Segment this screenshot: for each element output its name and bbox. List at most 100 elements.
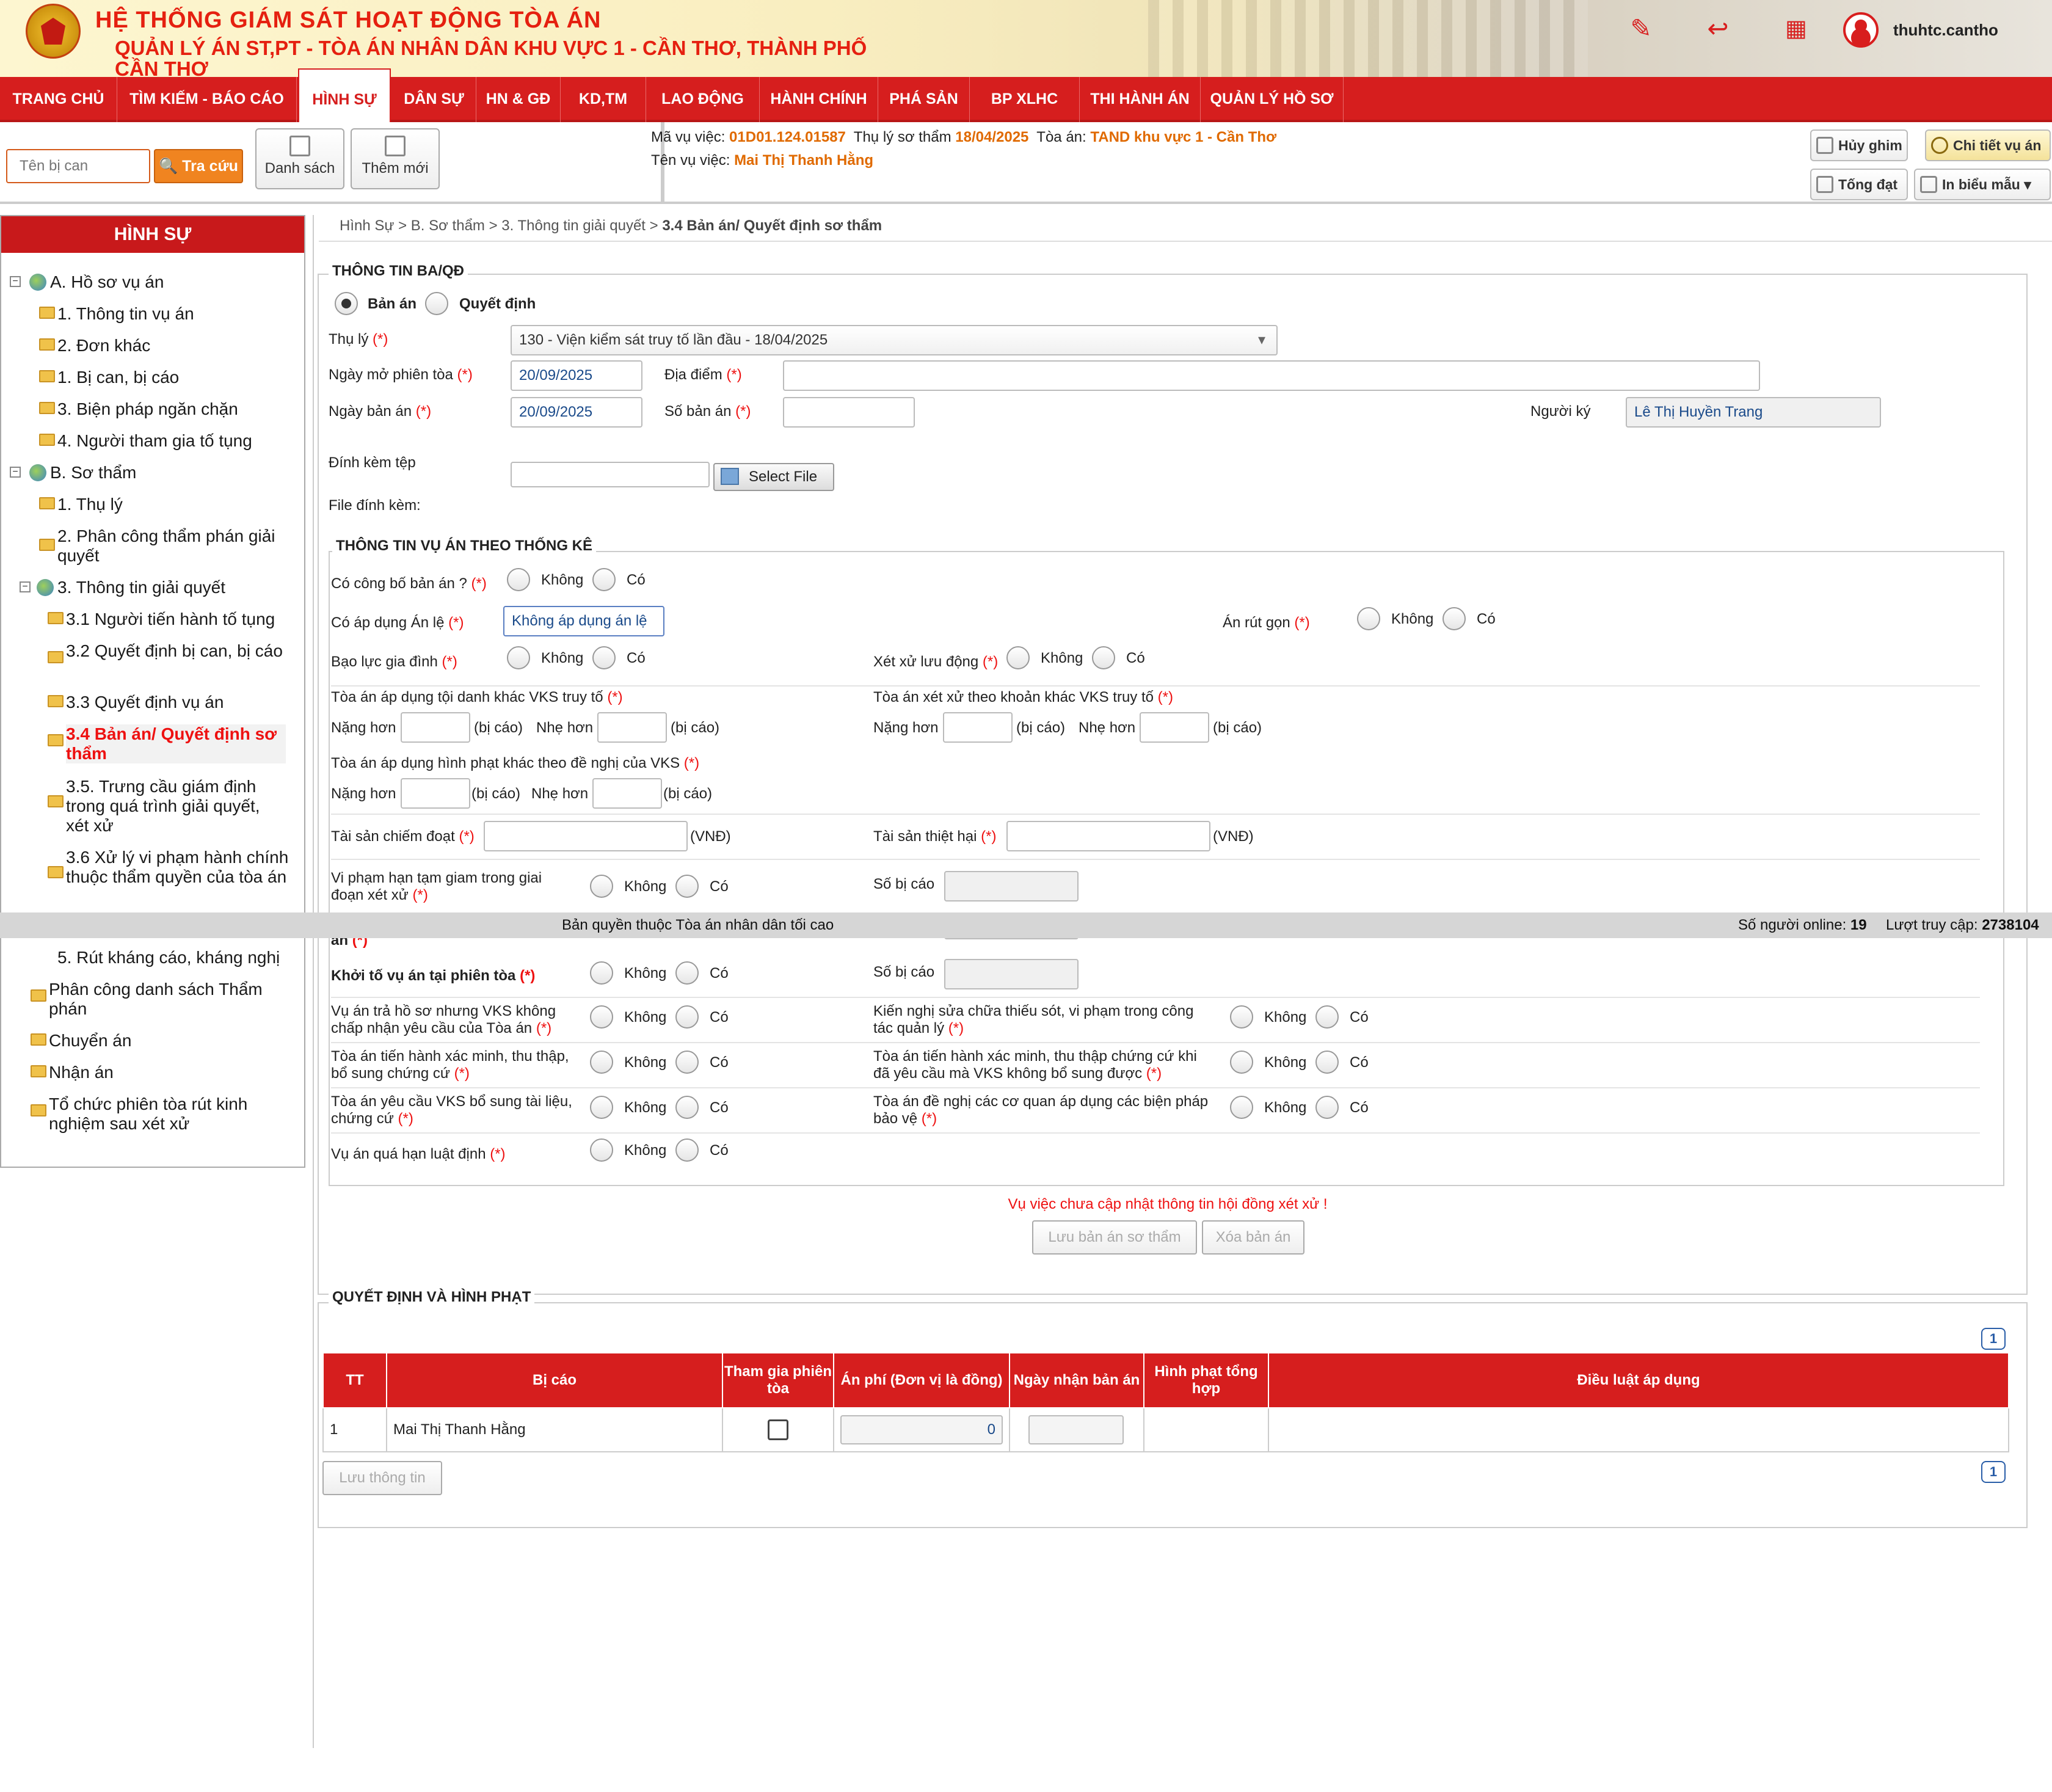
file-path-input[interactable] bbox=[511, 462, 710, 487]
delete-judgment-button[interactable]: Xóa bản án bbox=[1202, 1220, 1304, 1255]
hinh-phat-nang-hon-input[interactable] bbox=[401, 778, 470, 809]
khoan-nhe-hon-input[interactable] bbox=[1140, 712, 1209, 743]
toi-danh-nhe-hon-input[interactable] bbox=[597, 712, 667, 743]
radio-qua-han-co[interactable] bbox=[675, 1138, 699, 1162]
radio-ban-an[interactable] bbox=[335, 292, 358, 315]
collapse-icon[interactable]: − bbox=[10, 276, 21, 287]
ngay-mo-input[interactable]: 20/09/2025 bbox=[511, 360, 642, 391]
radio-tra-ho-so-khong[interactable] bbox=[590, 1005, 613, 1029]
nguoi-ky-input[interactable]: Lê Thị Huyền Trang bbox=[1626, 397, 1881, 428]
radio-khoi-to-khong[interactable] bbox=[590, 961, 613, 985]
radio-cong-bo-co[interactable] bbox=[592, 568, 616, 591]
an-phi-input[interactable]: 0 bbox=[840, 1415, 1003, 1444]
tree-3-4-active[interactable]: 3.4 Bản án/ Quyết định sơ thẩm bbox=[48, 724, 286, 763]
search-input[interactable] bbox=[6, 149, 150, 183]
back-arrow-icon[interactable]: ↩ bbox=[1704, 15, 1732, 43]
pager-bottom[interactable]: 1 bbox=[1981, 1461, 2006, 1483]
ngay-ban-an-input[interactable]: 20/09/2025 bbox=[511, 397, 642, 428]
radio-luu-dong-khong[interactable] bbox=[1006, 646, 1030, 669]
radio-cong-bo-khong[interactable] bbox=[507, 568, 530, 591]
radio-kien-nghi-khong[interactable] bbox=[1230, 1005, 1253, 1029]
so-ban-an-input[interactable] bbox=[783, 397, 915, 428]
tree-thu-ly[interactable]: 1. Thụ lý bbox=[39, 495, 123, 514]
radio-tam-giam-khong[interactable] bbox=[590, 875, 613, 898]
tree-don-khac[interactable]: 2. Đơn khác bbox=[39, 336, 150, 355]
tai-san-chiem-input[interactable] bbox=[484, 821, 688, 851]
radio-quyet-dinh[interactable] bbox=[425, 292, 448, 315]
tree-to-chuc-phien-toa[interactable]: Tổ chức phiên tòa rút kinh nghiệm sau xé… bbox=[31, 1095, 281, 1134]
tree-bi-can[interactable]: 1. Bị can, bị cáo bbox=[39, 368, 179, 387]
tree-thong-tin-vu-an[interactable]: 1. Thông tin vụ án bbox=[39, 304, 194, 324]
save-info-button[interactable]: Lưu thông tin bbox=[322, 1461, 442, 1495]
tree-3-2[interactable]: 3.2 Quyết định bị can, bị cáo bbox=[48, 641, 286, 663]
nav-hinh-su[interactable]: HÌNH SỰ bbox=[298, 68, 391, 125]
user-avatar-icon[interactable] bbox=[1843, 12, 1879, 48]
pager-top[interactable]: 1 bbox=[1981, 1328, 2006, 1350]
nav-hn-gd[interactable]: HN & GĐ bbox=[476, 77, 561, 122]
tree-b-so-tham[interactable]: − B. Sơ thẩm bbox=[10, 463, 136, 483]
radio-de-nghi-co[interactable] bbox=[1315, 1096, 1339, 1119]
nav-dan-su[interactable]: DÂN SỰ bbox=[392, 77, 476, 122]
case-detail-button[interactable]: Chi tiết vụ án bbox=[1925, 129, 2051, 161]
save-judgment-button[interactable]: Lưu bản án sơ thẩm bbox=[1032, 1220, 1197, 1255]
select-file-button[interactable]: Select File bbox=[713, 463, 834, 491]
radio-de-nghi-khong[interactable] bbox=[1230, 1096, 1253, 1119]
nav-kd-tm[interactable]: KD,TM bbox=[561, 77, 646, 122]
so-bi-cao-input-2[interactable] bbox=[944, 959, 1079, 989]
tree-phan-cong-tham-phan[interactable]: Phân công danh sách Thẩm phán bbox=[31, 980, 287, 1019]
nav-bp-xlhc[interactable]: BP XLHC bbox=[970, 77, 1080, 122]
tree-phan-cong[interactable]: 2. Phân công thẩm phán giải quyết bbox=[39, 526, 283, 566]
an-le-select[interactable]: Không áp dụng án lệ ⌄ bbox=[503, 606, 664, 657]
tree-chuyen-an[interactable]: Chuyển án bbox=[31, 1031, 131, 1051]
radio-yeu-cau-co[interactable] bbox=[675, 1096, 699, 1119]
tree-3-3[interactable]: 3.3 Quyết định vụ án bbox=[48, 693, 224, 712]
tree-thong-tin-giai-quyet[interactable]: − 3. Thông tin giải quyết bbox=[20, 578, 225, 597]
checkbox-tham-gia[interactable] bbox=[768, 1419, 788, 1440]
radio-khoi-to-co[interactable] bbox=[675, 961, 699, 985]
unpin-button[interactable]: Hủy ghim bbox=[1810, 129, 1908, 161]
ngay-nhan-input[interactable] bbox=[1028, 1415, 1124, 1444]
nav-trang-chu[interactable]: TRANG CHỦ bbox=[0, 77, 117, 122]
radio-rut-gon-co[interactable] bbox=[1443, 607, 1466, 630]
collapse-icon[interactable]: − bbox=[20, 581, 31, 592]
tree-a-ho-so[interactable]: − A. Hồ sơ vụ án bbox=[10, 272, 164, 292]
notes-icon[interactable]: ✎ bbox=[1627, 15, 1655, 43]
radio-yeu-cau-khong[interactable] bbox=[590, 1096, 613, 1119]
breadcrumb-path[interactable]: Hình Sự > B. Sơ thẩm > 3. Thông tin giải… bbox=[340, 217, 662, 234]
thu-ly-select[interactable]: 130 - Viện kiểm sát truy tố lần đầu - 18… bbox=[511, 325, 1278, 355]
radio-xac-minh2-khong[interactable] bbox=[1230, 1051, 1253, 1074]
tree-rut-khang-cao[interactable]: 5. Rút kháng cáo, kháng nghị bbox=[57, 948, 283, 967]
tree-nguoi-tham-gia[interactable]: 4. Người tham gia tố tụng bbox=[39, 431, 252, 451]
radio-luu-dong-co[interactable] bbox=[1092, 646, 1115, 669]
tai-san-thiet-hai-input[interactable] bbox=[1006, 821, 1210, 851]
radio-qua-han-khong[interactable] bbox=[590, 1138, 613, 1162]
radio-bao-luc-co[interactable] bbox=[592, 646, 616, 669]
nav-lao-dong[interactable]: LAO ĐỘNG bbox=[646, 77, 760, 122]
radio-rut-gon-khong[interactable] bbox=[1357, 607, 1380, 630]
nav-tim-kiem[interactable]: TÌM KIẾM - BÁO CÁO bbox=[117, 77, 297, 122]
nav-thi-hanh-an[interactable]: THI HÀNH ÁN bbox=[1080, 77, 1201, 122]
dia-diem-input[interactable] bbox=[783, 360, 1760, 391]
so-bi-cao-input[interactable] bbox=[944, 871, 1079, 901]
tree-3-6[interactable]: 3.6 Xử lý vi phạm hành chính thuộc thẩm … bbox=[48, 848, 289, 887]
radio-tam-giam-co[interactable] bbox=[675, 875, 699, 898]
radio-xac-minh-khong[interactable] bbox=[590, 1051, 613, 1074]
radio-xac-minh2-co[interactable] bbox=[1315, 1051, 1339, 1074]
radio-tra-ho-so-co[interactable] bbox=[675, 1005, 699, 1029]
list-button[interactable]: Danh sách bbox=[255, 128, 344, 189]
print-form-button[interactable]: In biểu mẫu ▾ bbox=[1914, 169, 2051, 200]
collapse-icon[interactable]: − bbox=[10, 467, 21, 478]
toi-danh-nang-hon-input[interactable] bbox=[401, 712, 470, 743]
tree-bien-phap[interactable]: 3. Biện pháp ngăn chặn bbox=[39, 399, 238, 419]
tree-3-5[interactable]: 3.5. Trưng cầu giám định trong quá trình… bbox=[48, 777, 286, 836]
deliver-button[interactable]: Tống đạt bbox=[1810, 169, 1908, 200]
radio-kien-nghi-co[interactable] bbox=[1315, 1005, 1339, 1029]
search-button[interactable]: 🔍 Tra cứu bbox=[154, 149, 243, 183]
nav-hanh-chinh[interactable]: HÀNH CHÍNH bbox=[760, 77, 878, 122]
nav-pha-san[interactable]: PHÁ SẢN bbox=[878, 77, 970, 122]
hinh-phat-nhe-hon-input[interactable] bbox=[592, 778, 662, 809]
tree-nhan-an[interactable]: Nhận án bbox=[31, 1063, 114, 1082]
nav-quan-ly-ho-so[interactable]: QUẢN LÝ HỒ SƠ bbox=[1201, 77, 1344, 122]
add-new-button[interactable]: Thêm mới bbox=[351, 128, 440, 189]
username[interactable]: thuhtc.cantho bbox=[1893, 21, 1998, 40]
